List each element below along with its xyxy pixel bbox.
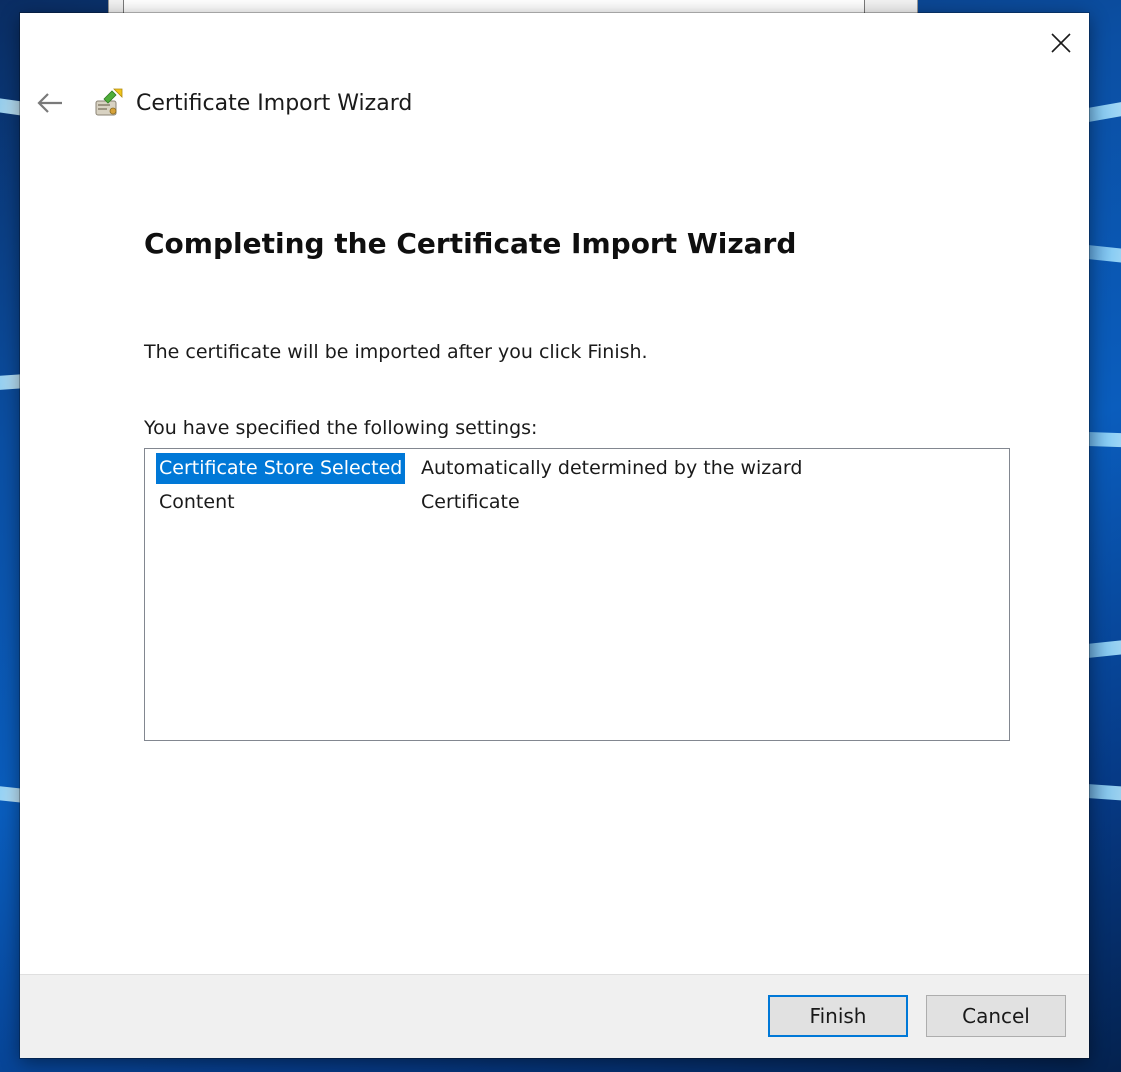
close-button[interactable] <box>1045 27 1077 59</box>
settings-row-value: Automatically determined by the wizard <box>421 457 803 479</box>
cancel-button[interactable]: Cancel <box>926 995 1066 1037</box>
certificate-import-icon <box>92 87 126 121</box>
wizard-title: Certificate Import Wizard <box>136 91 413 116</box>
finish-button[interactable]: Finish <box>768 995 908 1037</box>
close-icon <box>1051 33 1071 53</box>
settings-row-certificate-store[interactable]: Certificate Store Selected Automatically… <box>156 453 996 484</box>
page-heading: Completing the Certificate Import Wizard <box>144 227 797 260</box>
back-button[interactable] <box>34 89 66 117</box>
settings-row-value: Certificate <box>421 491 520 513</box>
background-window <box>108 0 918 14</box>
desktop-background: Certificate Import Wizard Completing the… <box>0 0 1121 1072</box>
dialog-footer: Finish Cancel <box>20 974 1089 1058</box>
settings-list[interactable]: Certificate Store Selected Automatically… <box>144 448 1010 741</box>
page-description: The certificate will be imported after y… <box>144 341 648 363</box>
settings-row-key: Certificate Store Selected <box>156 453 406 484</box>
background-window-content <box>123 0 865 14</box>
certificate-import-wizard-dialog: Certificate Import Wizard Completing the… <box>20 13 1089 1058</box>
settings-label: You have specified the following setting… <box>144 417 538 439</box>
back-arrow-icon <box>37 93 62 113</box>
settings-row-content[interactable]: Content Certificate <box>156 487 996 518</box>
settings-row-key: Content <box>159 491 235 513</box>
